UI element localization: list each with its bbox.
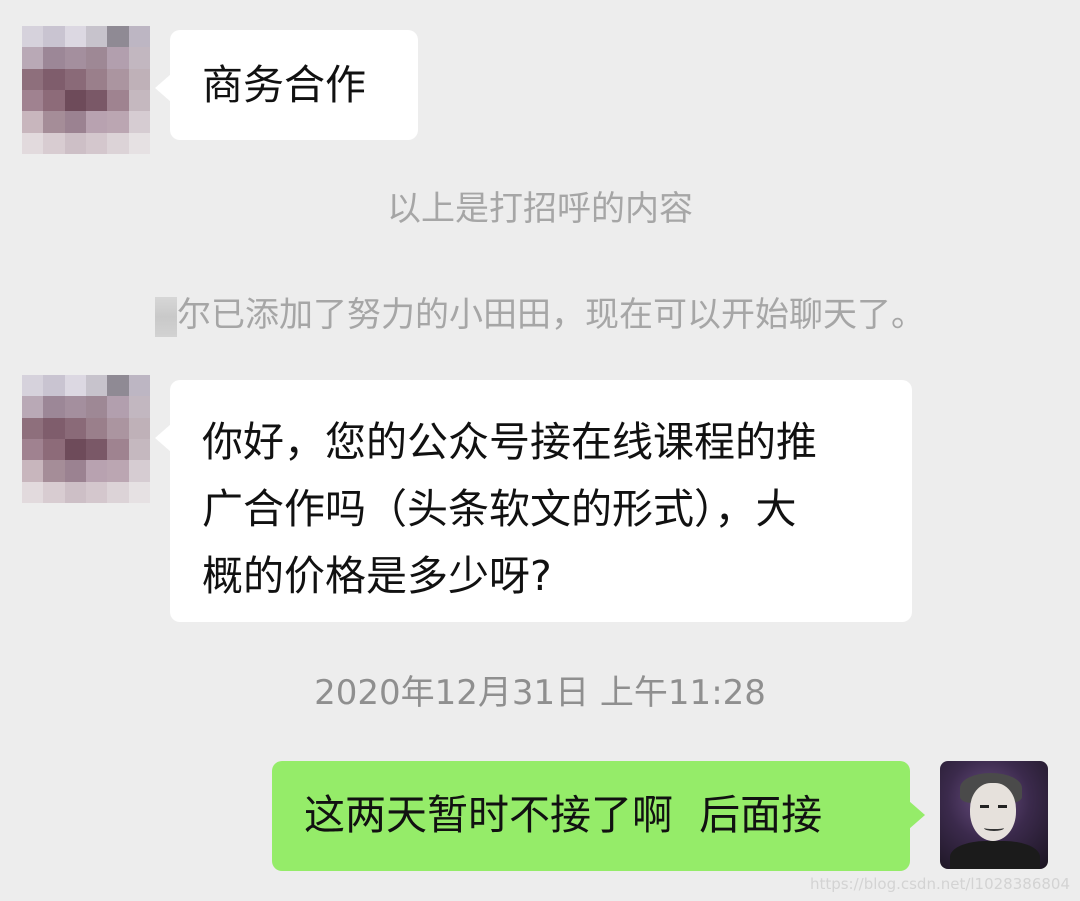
message-line: 你好，您的公众号接在线课程的推 bbox=[202, 418, 817, 466]
avatar-pixel bbox=[107, 481, 129, 503]
avatar-pixel bbox=[86, 47, 108, 69]
message-bubble-incoming[interactable]: 商务合作 bbox=[155, 30, 418, 140]
avatar-pixel bbox=[43, 132, 65, 154]
avatar-pixel bbox=[64, 396, 86, 418]
avatar-pixel bbox=[128, 460, 150, 482]
friend-added-text: 尔已添加了努力的小田田，现在可以开始聊天了。 bbox=[177, 295, 925, 335]
avatar-pixel bbox=[22, 47, 44, 69]
avatar-pixel bbox=[22, 460, 44, 482]
pixelated-mask bbox=[155, 296, 177, 337]
avatar-pixel bbox=[107, 26, 129, 48]
avatar-pixel bbox=[43, 26, 65, 48]
avatar-pixel bbox=[128, 439, 150, 461]
contact-avatar[interactable] bbox=[22, 375, 150, 503]
avatar-pixel bbox=[128, 396, 150, 418]
avatar-pixel bbox=[64, 439, 86, 461]
avatar-pixel bbox=[86, 90, 108, 112]
system-note-friend-added: 尔已添加了努力的小田田，现在可以开始聊天了。 bbox=[0, 293, 1080, 337]
avatar-pixel bbox=[64, 460, 86, 482]
avatar-pixel bbox=[64, 26, 86, 48]
avatar-pixel bbox=[64, 132, 86, 154]
avatar-pixel bbox=[107, 396, 129, 418]
avatar-pixel bbox=[22, 375, 44, 397]
my-avatar[interactable] bbox=[940, 761, 1048, 869]
avatar-pixel bbox=[86, 68, 108, 90]
avatar-pixel bbox=[64, 375, 86, 397]
avatar-pixel bbox=[43, 68, 65, 90]
avatar-pixel bbox=[22, 396, 44, 418]
avatar-mouth bbox=[984, 825, 1004, 831]
avatar-pixel bbox=[86, 439, 108, 461]
avatar-pixel bbox=[86, 417, 108, 439]
avatar-pixel bbox=[128, 26, 150, 48]
avatar-pixel bbox=[107, 47, 129, 69]
avatar-pixel bbox=[86, 375, 108, 397]
avatar-pixel bbox=[107, 375, 129, 397]
avatar-pixel bbox=[128, 90, 150, 112]
avatar-pixel bbox=[22, 26, 44, 48]
avatar-pixel bbox=[86, 26, 108, 48]
avatar-pixel bbox=[22, 90, 44, 112]
avatar-pixel bbox=[43, 375, 65, 397]
avatar-pixel bbox=[22, 132, 44, 154]
avatar-pixel bbox=[128, 417, 150, 439]
avatar-pixel bbox=[22, 417, 44, 439]
avatar-pixel bbox=[107, 417, 129, 439]
avatar-pixel bbox=[86, 111, 108, 133]
avatar-pixel bbox=[43, 460, 65, 482]
message-text: 商务合作 bbox=[202, 61, 366, 109]
avatar-pixel bbox=[43, 90, 65, 112]
avatar-pixel bbox=[128, 111, 150, 133]
avatar-pixel bbox=[86, 460, 108, 482]
avatar-pixel bbox=[64, 90, 86, 112]
avatar-pixel bbox=[64, 481, 86, 503]
message-line: 广合作吗（头条软文的形式），大 bbox=[202, 485, 797, 533]
avatar-pixel bbox=[128, 47, 150, 69]
avatar-pixel bbox=[128, 481, 150, 503]
avatar-pixel bbox=[86, 132, 108, 154]
message-text: 这两天暂时不接了啊 后面接 bbox=[304, 791, 823, 839]
avatar-pixel bbox=[107, 439, 129, 461]
avatar-pixel bbox=[86, 481, 108, 503]
avatar-pixel bbox=[64, 417, 86, 439]
system-note-greeting: 以上是打招呼的内容 bbox=[387, 189, 693, 229]
avatar-eye bbox=[998, 805, 1007, 808]
avatar-pixel bbox=[22, 111, 44, 133]
avatar-pixel bbox=[43, 396, 65, 418]
avatar-pixel bbox=[107, 460, 129, 482]
avatar-face bbox=[970, 783, 1016, 841]
avatar-pixel bbox=[43, 47, 65, 69]
avatar-pixel bbox=[43, 417, 65, 439]
avatar-pixel bbox=[64, 111, 86, 133]
avatar-pixel bbox=[22, 68, 44, 90]
avatar-pixel bbox=[22, 481, 44, 503]
avatar-body bbox=[950, 841, 1040, 869]
avatar-pixel bbox=[128, 375, 150, 397]
avatar-pixel bbox=[64, 68, 86, 90]
avatar-pixel bbox=[107, 132, 129, 154]
message-line: 概的价格是多少呀? bbox=[202, 552, 552, 600]
avatar-pixel bbox=[107, 68, 129, 90]
message-bubble-incoming[interactable]: 你好，您的公众号接在线课程的推 广合作吗（头条软文的形式），大 概的价格是多少呀… bbox=[155, 380, 912, 622]
avatar-pixel bbox=[107, 111, 129, 133]
avatar-pixel bbox=[86, 396, 108, 418]
avatar-pixel bbox=[43, 481, 65, 503]
avatar-pixel bbox=[64, 47, 86, 69]
avatar-pixel bbox=[128, 132, 150, 154]
avatar-pixel bbox=[22, 439, 44, 461]
avatar-pixel bbox=[107, 90, 129, 112]
watermark: https://blog.csdn.net/l1028386804 bbox=[809, 875, 1070, 893]
message-bubble-outgoing[interactable]: 这两天暂时不接了啊 后面接 bbox=[272, 761, 925, 871]
message-timestamp: 2020年12月31日 上午11:28 bbox=[314, 673, 766, 713]
avatar-pixel bbox=[128, 68, 150, 90]
contact-avatar[interactable] bbox=[22, 26, 150, 154]
avatar-eye bbox=[980, 805, 989, 808]
avatar-pixel bbox=[43, 439, 65, 461]
avatar-pixel bbox=[43, 111, 65, 133]
